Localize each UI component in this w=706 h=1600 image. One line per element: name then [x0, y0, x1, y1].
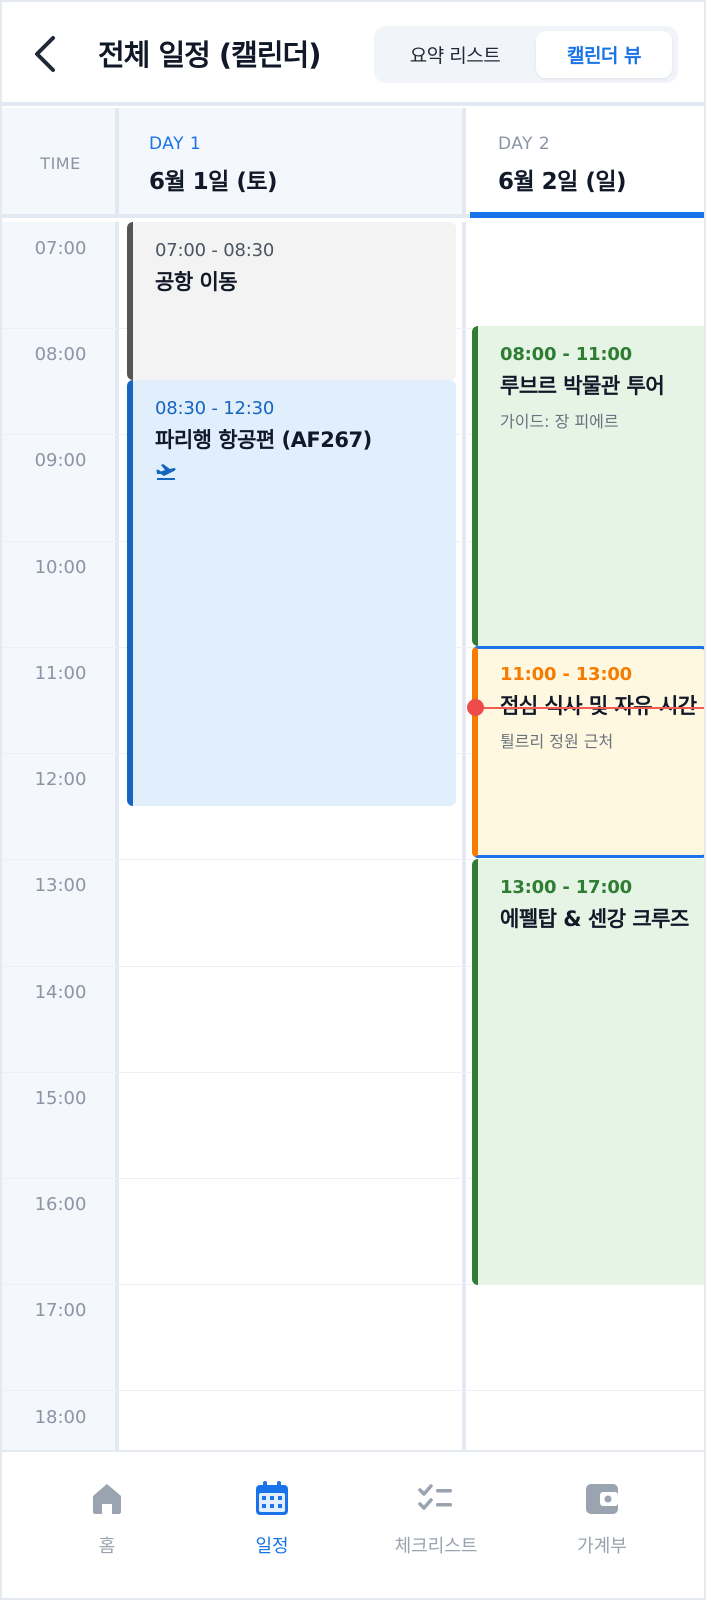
nav-label: 홈	[98, 1536, 116, 1557]
current-time-dot	[467, 699, 484, 716]
time-column-header: TIME	[2, 108, 119, 218]
day-label: DAY 2	[498, 134, 551, 154]
page-title: 전체 일정 (캘린더)	[98, 38, 321, 72]
current-time-line	[476, 707, 704, 709]
time-header-label: TIME	[40, 154, 81, 173]
app-frame: 전체 일정 (캘린더) 요약 리스트 캘린더 뷰 TIME DAY 1 6월 1…	[0, 0, 706, 1600]
nav-item-budget[interactable]: 가계부	[514, 1452, 690, 1598]
chevron-left-icon	[35, 36, 55, 72]
back-button[interactable]	[24, 30, 64, 78]
event-time: 13:00 - 17:00	[500, 877, 632, 898]
event-title: 에펠탑 & 센강 크루즈	[500, 907, 689, 931]
event-title: 루브르 박물관 투어	[500, 374, 665, 398]
event-card[interactable]: 08:00 - 11:00 루브르 박물관 투어 가이드: 장 피에르	[472, 326, 704, 646]
time-label: 12:00	[34, 769, 87, 790]
home-icon	[93, 1484, 121, 1514]
event-subtitle: 가이드: 장 피에르	[500, 412, 619, 431]
time-label: 15:00	[34, 1088, 87, 1109]
time-column	[2, 222, 119, 1450]
event-title: 공항 이동	[155, 270, 238, 294]
nav-label: 일정	[255, 1536, 289, 1557]
time-label: 07:00	[34, 238, 87, 259]
airplane-takeoff-icon	[156, 464, 176, 480]
calendar-icon	[256, 1481, 288, 1515]
day-date: 6월 1일 (토)	[149, 169, 278, 195]
calendar-view-tab[interactable]: 캘린더 뷰	[536, 31, 672, 78]
summary-list-tab[interactable]: 요약 리스트	[380, 31, 530, 78]
view-toggle: 요약 리스트 캘린더 뷰	[374, 26, 678, 83]
event-card[interactable]: 08:30 - 12:30 파리행 항공편 (AF267)	[127, 380, 456, 806]
time-label: 13:00	[34, 875, 87, 896]
event-title: 파리행 항공편 (AF267)	[155, 428, 372, 452]
nav-item-schedule[interactable]: 일정	[184, 1452, 360, 1598]
event-time: 07:00 - 08:30	[155, 240, 275, 261]
time-label: 11:00	[34, 663, 87, 684]
time-label: 14:00	[34, 982, 87, 1003]
day-date: 6월 2일 (일)	[498, 169, 627, 195]
time-label: 10:00	[34, 557, 87, 578]
hour-divider	[2, 1390, 704, 1391]
day-2-header[interactable]: DAY 2 6월 2일 (일)	[466, 108, 704, 218]
calendar-grid[interactable]: 07:00 08:00 09:00 10:00 11:00 12:00 13:0…	[2, 222, 704, 1450]
event-time: 11:00 - 13:00	[500, 664, 632, 685]
event-subtitle: 튈르리 정원 근처	[500, 732, 614, 751]
event-card-selected[interactable]: 11:00 - 13:00 점심 식사 및 자유 시간 튈르리 정원 근처	[472, 646, 704, 858]
nav-label: 가계부	[577, 1536, 627, 1557]
event-card[interactable]: 07:00 - 08:30 공항 이동	[127, 222, 456, 380]
time-label: 16:00	[34, 1194, 87, 1215]
wallet-icon	[586, 1484, 618, 1514]
nav-item-checklist[interactable]: 체크리스트	[348, 1452, 524, 1598]
event-time: 08:30 - 12:30	[155, 398, 275, 419]
time-label: 18:00	[34, 1407, 87, 1428]
nav-label: 체크리스트	[394, 1536, 478, 1557]
day-1-header[interactable]: DAY 1 6월 1일 (토)	[119, 108, 466, 218]
time-label: 09:00	[34, 450, 87, 471]
time-label: 17:00	[34, 1300, 87, 1321]
top-app-bar: 전체 일정 (캘린더) 요약 리스트 캘린더 뷰	[2, 2, 704, 106]
checklist-icon	[418, 1484, 452, 1510]
day-label: DAY 1	[149, 134, 202, 154]
event-time: 08:00 - 11:00	[500, 344, 632, 365]
nav-item-home[interactable]: 홈	[19, 1452, 195, 1598]
event-card[interactable]: 13:00 - 17:00 에펠탑 & 센강 크루즈	[472, 859, 704, 1285]
bottom-navigation: 홈 일정 체크리스트 가계부	[2, 1450, 704, 1598]
event-title: 점심 식사 및 자유 시간	[500, 694, 697, 718]
active-day-indicator	[470, 212, 704, 218]
time-label: 08:00	[34, 344, 87, 365]
